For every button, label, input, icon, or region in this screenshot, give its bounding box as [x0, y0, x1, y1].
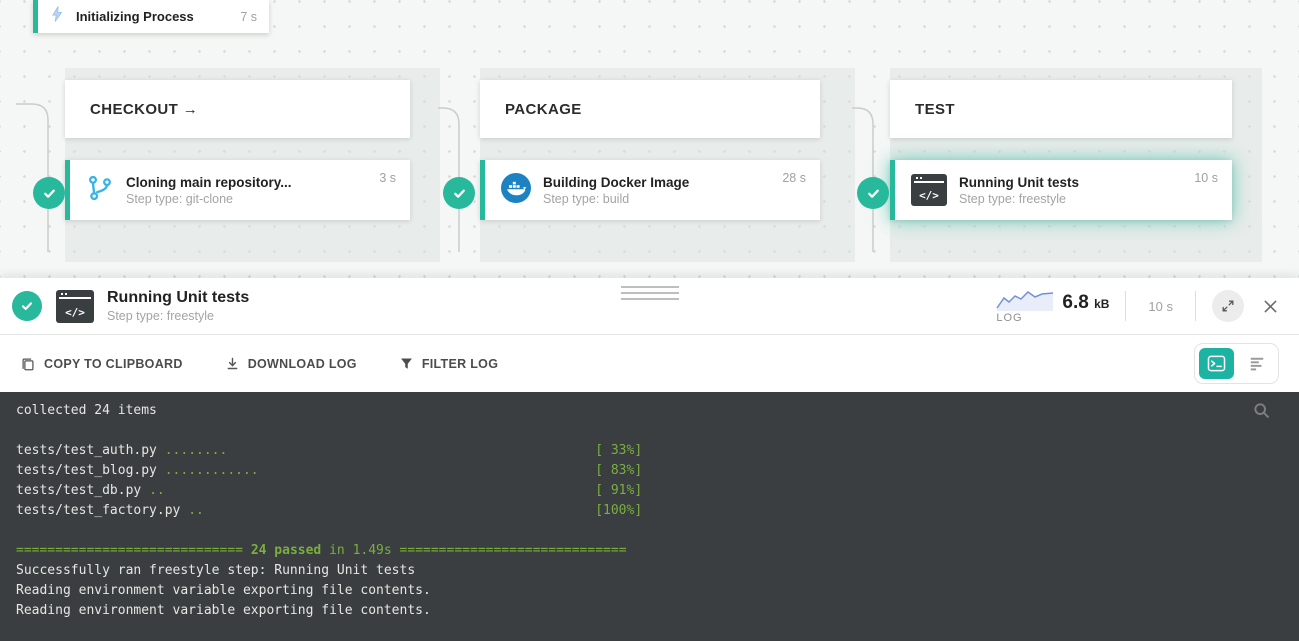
text-view-button[interactable]: [1239, 348, 1274, 379]
step-duration: 10 s: [1194, 171, 1218, 185]
step-type: Step type: freestyle: [959, 192, 1079, 206]
copy-button-label: COPY TO CLIPBOARD: [44, 357, 183, 371]
step-duration: 28 s: [782, 171, 806, 185]
filter-icon: [399, 356, 414, 371]
log-label: LOG: [996, 312, 1022, 324]
divider: [1125, 291, 1126, 321]
success-check-icon: [443, 177, 475, 209]
connector-lines: [0, 0, 1299, 278]
panel-step-type: Step type: freestyle: [107, 309, 249, 323]
panel-duration: 10 s: [1142, 299, 1179, 314]
success-check-icon: [33, 177, 65, 209]
stage-title: TEST: [915, 101, 955, 118]
close-panel-button[interactable]: [1260, 296, 1281, 317]
step-type: Step type: build: [543, 192, 689, 206]
copy-to-clipboard-button[interactable]: COPY TO CLIPBOARD: [20, 356, 183, 372]
terminal-view-icon: [1207, 355, 1226, 372]
step-title: Running Unit tests: [959, 175, 1079, 190]
step-card-initializing[interactable]: Initializing Process 7 s: [33, 0, 269, 33]
step-type: Step type: git-clone: [126, 192, 292, 206]
panel-step-title: Running Unit tests: [107, 289, 249, 307]
terminal-log-lines: collected 24 items tests/test_auth.py ..…: [16, 401, 1283, 621]
stage-title: PACKAGE: [505, 101, 582, 118]
download-icon: [225, 356, 240, 371]
stage-header-package[interactable]: PACKAGE: [480, 80, 820, 138]
log-sparkline-icon: [996, 288, 1054, 311]
step-card-git-clone[interactable]: Cloning main repository... Step type: gi…: [65, 160, 410, 220]
step-title: Building Docker Image: [543, 175, 689, 190]
terminal-icon: </>: [56, 290, 94, 323]
step-title: Cloning main repository...: [126, 175, 292, 190]
terminal-icon: </>: [911, 174, 947, 206]
step-duration: 3 s: [379, 171, 396, 185]
log-view-toggle: [1194, 343, 1279, 384]
copy-icon: [20, 356, 36, 372]
expand-panel-button[interactable]: [1212, 290, 1244, 322]
log-toolbar: COPY TO CLIPBOARD DOWNLOAD LOG FILTER LO…: [0, 335, 1299, 392]
step-title: Initializing Process: [76, 9, 194, 24]
filter-log-button[interactable]: FILTER LOG: [399, 356, 498, 371]
stage-header-test[interactable]: TEST: [890, 80, 1232, 138]
log-size-value: 6.8 kB: [1062, 292, 1109, 324]
text-view-icon: [1249, 356, 1265, 372]
log-size-metric: LOG 6.8 kB: [996, 288, 1109, 324]
close-icon: [1262, 298, 1279, 315]
panel-resize-handle[interactable]: [621, 282, 679, 304]
search-icon[interactable]: [1252, 401, 1271, 427]
docker-whale-icon: [501, 173, 531, 208]
stage-header-checkout[interactable]: CHECKOUT →: [65, 80, 410, 138]
download-button-label: DOWNLOAD LOG: [248, 357, 357, 371]
git-branch-icon: [86, 174, 114, 207]
terminal-view-button[interactable]: [1199, 348, 1234, 379]
expand-icon: [1220, 298, 1236, 314]
download-log-button[interactable]: DOWNLOAD LOG: [225, 356, 357, 371]
log-panel: </> Running Unit tests Step type: freest…: [0, 278, 1299, 641]
divider: [1195, 291, 1196, 321]
success-check-icon: [857, 177, 889, 209]
filter-button-label: FILTER LOG: [422, 357, 498, 371]
step-card-freestyle-selected[interactable]: </> Running Unit tests Step type: freest…: [890, 160, 1232, 220]
step-duration: 7 s: [240, 10, 257, 24]
stage-title: CHECKOUT →: [90, 101, 198, 118]
success-check-icon: [12, 291, 42, 321]
step-card-build[interactable]: Building Docker Image Step type: build 2…: [480, 160, 820, 220]
terminal-log: collected 24 items tests/test_auth.py ..…: [0, 392, 1299, 641]
pipeline-canvas: Initializing Process 7 s CHECKOUT → PACK…: [0, 0, 1299, 278]
lightning-icon: [48, 5, 66, 28]
